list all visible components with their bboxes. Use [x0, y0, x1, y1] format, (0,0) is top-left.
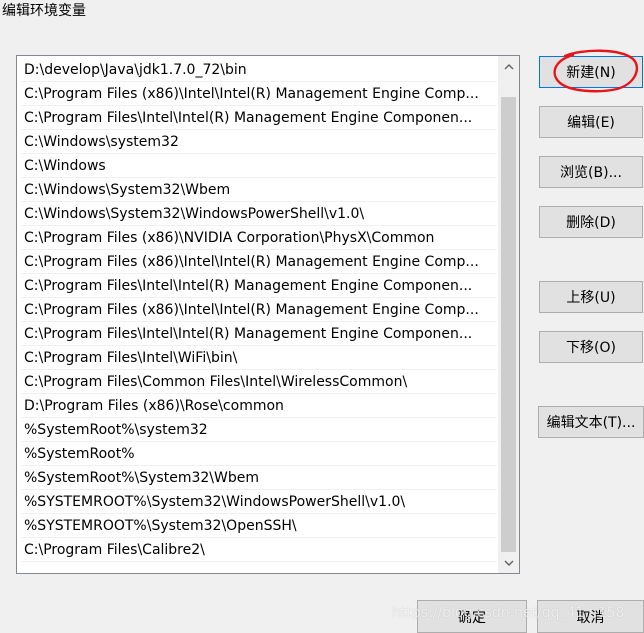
chevron-up-icon — [504, 63, 513, 69]
list-item[interactable]: C:\Program Files\Intel\WiFi\bin\ — [21, 346, 497, 370]
list-item[interactable]: C:\Program Files\Intel\Intel(R) Manageme… — [21, 322, 497, 346]
list-item[interactable]: C:\Program Files (x86)\Intel\Intel(R) Ma… — [21, 298, 497, 322]
list-item[interactable]: C:\Program Files (x86)\Intel\Intel(R) Ma… — [21, 250, 497, 274]
move-up-button[interactable]: 上移(U) — [539, 281, 643, 313]
vertical-scrollbar[interactable] — [498, 56, 519, 573]
path-list[interactable]: D:\develop\Java\jdk1.7.0_72\bin C:\Progra… — [16, 55, 520, 574]
list-item[interactable]: C:\Windows — [21, 154, 497, 178]
scroll-down-button[interactable] — [498, 552, 519, 573]
new-button[interactable]: 新建(N) — [539, 56, 643, 88]
list-item[interactable]: C:\Program Files\Calibre2\ — [21, 538, 497, 562]
list-item[interactable]: %SystemRoot%\System32\Wbem — [21, 466, 497, 490]
delete-button[interactable]: 删除(D) — [539, 206, 643, 238]
list-item[interactable]: C:\Windows\system32 — [21, 130, 497, 154]
edit-text-button[interactable]: 编辑文本(T)... — [538, 406, 644, 438]
chevron-down-icon — [504, 560, 513, 566]
list-item[interactable]: %SystemRoot%\system32 — [21, 418, 497, 442]
list-item[interactable]: C:\Windows\System32\Wbem — [21, 178, 497, 202]
edit-button[interactable]: 编辑(E) — [539, 106, 643, 138]
list-item[interactable]: C:\Program Files\Intel\Intel(R) Manageme… — [21, 106, 497, 130]
list-item[interactable]: D:\develop\Java\jdk1.7.0_72\bin — [21, 58, 497, 82]
list-item[interactable]: %SYSTEMROOT%\System32\OpenSSH\ — [21, 514, 497, 538]
move-down-button[interactable]: 下移(O) — [539, 331, 643, 363]
browse-button[interactable]: 浏览(B)... — [539, 156, 643, 188]
scroll-thumb[interactable] — [501, 97, 516, 552]
path-list-rows: D:\develop\Java\jdk1.7.0_72\bin C:\Progra… — [21, 58, 497, 562]
list-item[interactable]: D:\Program Files (x86)\Rose\common — [21, 394, 497, 418]
list-item[interactable]: %SYSTEMROOT%\System32\WindowsPowerShell\… — [21, 490, 497, 514]
list-item[interactable]: C:\Program Files\Common Files\Intel\Wire… — [21, 370, 497, 394]
list-item[interactable]: C:\Program Files\Intel\Intel(R) Manageme… — [21, 274, 497, 298]
list-item[interactable]: C:\Program Files (x86)\NVIDIA Corporatio… — [21, 226, 497, 250]
ok-button[interactable]: 确定 — [417, 600, 527, 633]
list-item[interactable]: C:\Windows\System32\WindowsPowerShell\v1… — [21, 202, 497, 226]
list-item[interactable]: %SystemRoot% — [21, 442, 497, 466]
scroll-up-button[interactable] — [498, 56, 519, 77]
window-title: 编辑环境变量 — [2, 3, 86, 19]
cancel-button[interactable]: 取消 — [537, 600, 644, 633]
list-item[interactable]: C:\Program Files (x86)\Intel\Intel(R) Ma… — [21, 82, 497, 106]
